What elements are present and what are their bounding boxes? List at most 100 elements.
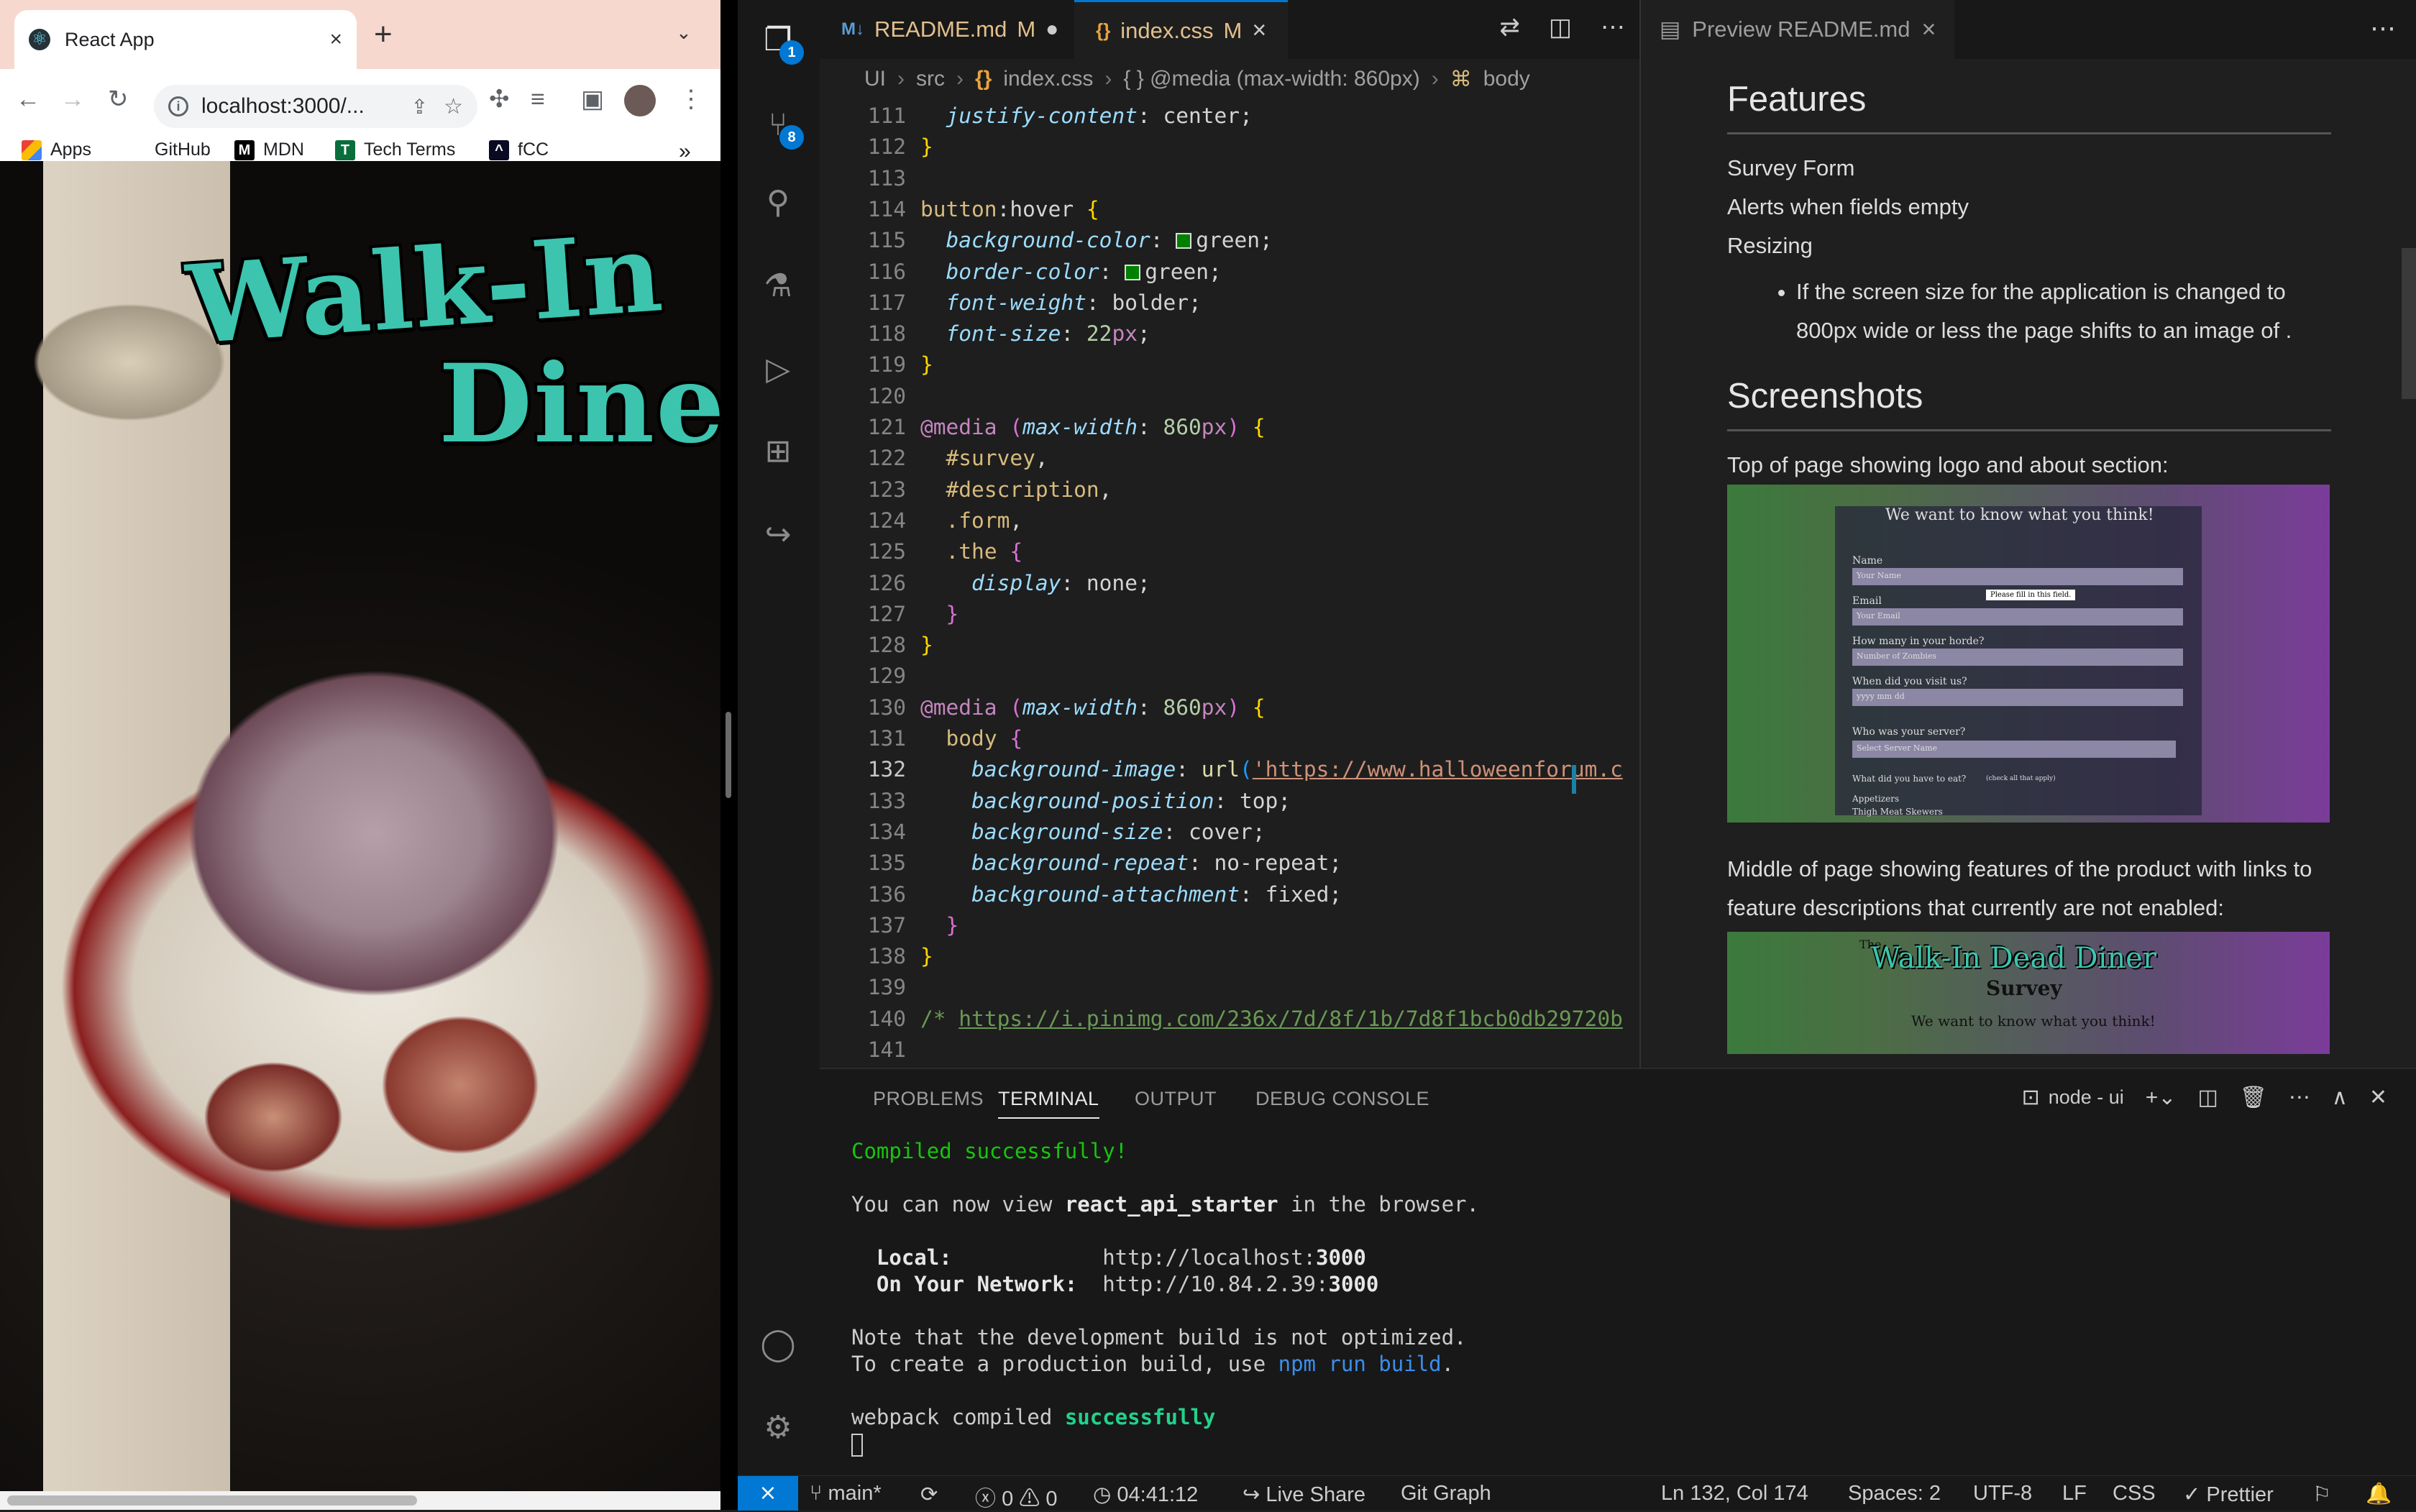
browser-tab[interactable]: ⚛ React App × bbox=[14, 10, 357, 69]
source-control-icon[interactable]: ⑂ 8 bbox=[758, 105, 804, 150]
code-line[interactable]: 126 display: none; bbox=[820, 568, 1639, 599]
split-editor-icon[interactable]: ◫ bbox=[1549, 13, 1572, 42]
extensions-icon[interactable]: ⊞ bbox=[758, 431, 798, 472]
terminal-selector[interactable]: node - ui bbox=[2049, 1086, 2124, 1109]
breadcrumb-item[interactable]: { } @media (max-width: 860px) bbox=[1123, 67, 1419, 91]
forward-arrow-icon[interactable]: → bbox=[60, 85, 85, 114]
code-line[interactable]: 114 button:hover { bbox=[820, 194, 1639, 225]
code-line[interactable]: 141 bbox=[820, 1035, 1639, 1066]
code-line[interactable]: 125 .the { bbox=[820, 536, 1639, 567]
problems-status[interactable]: ⓧ 0 ⚠ 0 bbox=[975, 1482, 1057, 1512]
bookmark-star-icon[interactable]: ☆ bbox=[444, 94, 463, 119]
code-line[interactable]: 133 background-position: top; bbox=[820, 786, 1639, 817]
code-line[interactable]: 136 background-attachment: fixed; bbox=[820, 879, 1639, 910]
code-line[interactable]: 127 } bbox=[820, 599, 1639, 630]
clock-status[interactable]: ◷ 04:41:12 bbox=[1093, 1482, 1198, 1507]
profile-avatar[interactable] bbox=[624, 85, 656, 116]
close-tab-icon[interactable]: × bbox=[1921, 16, 1936, 44]
tab-debug-console[interactable]: DEBUG CONSOLE bbox=[1255, 1088, 1429, 1110]
git-branch-status[interactable]: ⑂ main* bbox=[810, 1482, 882, 1506]
open-changes-icon[interactable]: ⇄ bbox=[1499, 13, 1520, 42]
reload-icon[interactable]: ↻ bbox=[108, 85, 129, 114]
tab-readme[interactable]: M↓ README.md M ● bbox=[820, 0, 1080, 59]
terminal-output[interactable]: Compiled successfully! You can now view … bbox=[851, 1138, 1479, 1457]
site-info-icon[interactable]: i bbox=[168, 96, 188, 116]
back-arrow-icon[interactable]: ← bbox=[16, 85, 40, 114]
encoding-status[interactable]: UTF-8 bbox=[1973, 1482, 2032, 1506]
tab-preview-readme[interactable]: ▤ Preview README.md × bbox=[1641, 0, 1955, 59]
tab-terminal[interactable]: TERMINAL bbox=[998, 1088, 1099, 1119]
remote-indicator-icon[interactable]: ⨯ bbox=[738, 1476, 798, 1511]
live-share-icon[interactable]: ↪ bbox=[758, 515, 798, 555]
breadcrumb-item[interactable]: src bbox=[916, 67, 945, 91]
trash-icon[interactable]: 🗑 bbox=[2240, 1085, 2267, 1110]
code-line[interactable]: 134 background-size: cover; bbox=[820, 817, 1639, 848]
maximize-panel-chevron-up-icon[interactable]: ∧ bbox=[2332, 1085, 2348, 1110]
new-tab-button[interactable]: + bbox=[374, 19, 393, 50]
breadcrumb-item[interactable]: body bbox=[1483, 67, 1530, 91]
code-line[interactable]: 120 bbox=[820, 381, 1639, 412]
feedback-icon[interactable]: ⚐ bbox=[2312, 1482, 2331, 1507]
sync-icon[interactable]: ⟳ bbox=[920, 1482, 938, 1507]
tab-output[interactable]: OUTPUT bbox=[1135, 1088, 1217, 1110]
bookmark-github[interactable]: GitHub bbox=[155, 139, 211, 160]
more-actions-icon[interactable]: ⋯ bbox=[2370, 13, 2396, 43]
bookmark-fcc[interactable]: ^ fCC bbox=[489, 139, 549, 160]
code-line[interactable]: 139 bbox=[820, 972, 1639, 1003]
tab-index-css[interactable]: {} index.css M × bbox=[1074, 0, 1289, 59]
breadcrumb-item[interactable]: index.css bbox=[1003, 67, 1093, 91]
eol-status[interactable]: LF bbox=[2062, 1482, 2087, 1506]
close-tab-icon[interactable]: × bbox=[329, 27, 342, 52]
code-line[interactable]: 131 body { bbox=[820, 723, 1639, 754]
code-line[interactable]: 129 bbox=[820, 661, 1639, 692]
scrollbar-thumb[interactable] bbox=[7, 1495, 417, 1506]
prettier-status[interactable]: ✓ Prettier bbox=[2183, 1482, 2274, 1507]
more-actions-icon[interactable]: ⋯ bbox=[1601, 13, 1625, 42]
close-panel-icon[interactable]: ✕ bbox=[2369, 1085, 2387, 1110]
more-actions-icon[interactable]: ⋯ bbox=[2289, 1085, 2310, 1110]
unsaved-dot-icon[interactable]: ● bbox=[1045, 17, 1058, 42]
new-terminal-plus-icon[interactable]: +⌄ bbox=[2146, 1085, 2177, 1110]
splitter-handle[interactable] bbox=[726, 712, 731, 798]
explorer-files-icon[interactable]: ❐ 1 bbox=[758, 20, 804, 65]
horizontal-scrollbar[interactable] bbox=[0, 1491, 720, 1510]
code-line[interactable]: 132 background-image: url('https://www.h… bbox=[820, 754, 1639, 785]
address-bar[interactable]: i localhost:3000/... ⇪ ☆ bbox=[154, 85, 477, 128]
breadcrumb-item[interactable]: UI bbox=[864, 67, 886, 91]
code-line[interactable]: 121 @media (max-width: 860px) { bbox=[820, 412, 1639, 443]
side-panel-icon[interactable]: ▣ bbox=[581, 85, 604, 114]
close-tab-icon[interactable]: × bbox=[1252, 17, 1266, 45]
code-line[interactable]: 122 #survey, bbox=[820, 443, 1639, 474]
language-mode[interactable]: CSS bbox=[2113, 1482, 2156, 1506]
bookmark-apps[interactable]: Apps bbox=[22, 139, 91, 160]
code-line[interactable]: 137 } bbox=[820, 910, 1639, 941]
code-line[interactable]: 116 border-color: green; bbox=[820, 257, 1639, 288]
split-terminal-icon[interactable]: ◫ bbox=[2197, 1085, 2218, 1110]
tab-search-chevron-icon[interactable]: ⌄ bbox=[676, 22, 692, 44]
accounts-icon[interactable]: ◯ bbox=[758, 1324, 798, 1365]
code-line[interactable]: 115 background-color: green; bbox=[820, 225, 1639, 256]
code-line[interactable]: 113 bbox=[820, 163, 1639, 194]
code-line[interactable]: 130 @media (max-width: 860px) { bbox=[820, 692, 1639, 723]
code-line[interactable]: 123 #description, bbox=[820, 475, 1639, 505]
code-line[interactable]: 117 font-weight: bolder; bbox=[820, 288, 1639, 319]
git-graph-button[interactable]: Git Graph bbox=[1401, 1482, 1491, 1506]
cursor-position[interactable]: Ln 132, Col 174 bbox=[1661, 1482, 1808, 1506]
settings-gear-icon[interactable]: ⚙ bbox=[758, 1408, 798, 1448]
vertical-scrollbar[interactable] bbox=[2402, 248, 2416, 399]
code-line[interactable]: 138} bbox=[820, 941, 1639, 972]
browser-menu-icon[interactable]: ⋮ bbox=[679, 85, 703, 114]
code-line[interactable]: 128} bbox=[820, 630, 1639, 661]
window-splitter[interactable] bbox=[720, 0, 738, 1510]
reading-list-icon[interactable]: ≡ bbox=[531, 85, 545, 114]
code-line[interactable]: 111 justify-content: center; bbox=[820, 101, 1639, 132]
code-line[interactable]: 118 font-size: 22px; bbox=[820, 319, 1639, 349]
indentation-status[interactable]: Spaces: 2 bbox=[1848, 1482, 1941, 1506]
code-line[interactable]: 135 background-repeat: no-repeat; bbox=[820, 848, 1639, 879]
code-line[interactable]: 112} bbox=[820, 132, 1639, 162]
terminal-url[interactable]: http://localhost: bbox=[952, 1245, 1316, 1270]
code-editor[interactable]: 111 justify-content: center; 112} 113 114 bu… bbox=[820, 101, 1639, 1068]
bookmark-mdn[interactable]: M MDN bbox=[234, 139, 304, 160]
run-debug-icon[interactable]: ▷ bbox=[758, 349, 798, 390]
bookmarks-overflow-button[interactable]: » bbox=[679, 139, 691, 164]
